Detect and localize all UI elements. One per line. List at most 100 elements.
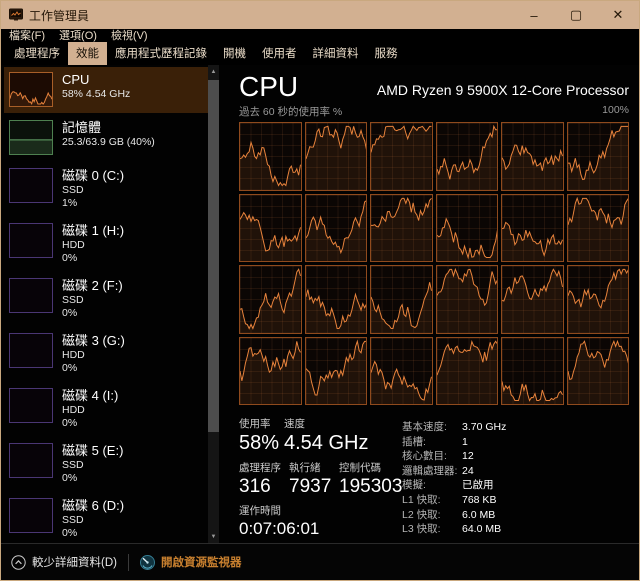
sidebar-item-detail: 0%: [62, 252, 124, 265]
cpu-stats: 使用率 58% 速度 4.54 GHz 處理程序 316: [239, 418, 629, 543]
sidebar-item-detail: SSD: [62, 514, 124, 527]
detail-row: 核心數目:12: [402, 449, 506, 464]
sidebar-item-detail: 0%: [62, 472, 123, 485]
scroll-down-icon[interactable]: ▼: [208, 530, 219, 543]
detail-value: 已啟用: [462, 478, 494, 493]
tab-app-history[interactable]: 應用程式歷程記錄: [107, 42, 215, 65]
scrollbar-thumb[interactable]: [208, 80, 219, 432]
resource-monitor-icon: [140, 555, 155, 570]
disk-4-thumbnail-graph: [9, 388, 53, 423]
handles-label: 控制代碼: [339, 462, 402, 475]
graph-caption-right: 100%: [602, 104, 629, 119]
sidebar-item-detail: 0%: [62, 527, 124, 540]
sidebar-item-detail: HDD: [62, 349, 125, 362]
cpu-core-graph-23: [567, 337, 630, 406]
cpu-core-graph-3: [436, 122, 499, 191]
main-area: CPU58% 4.54 GHz記憶體25.3/63.9 GB (40%)磁碟 0…: [1, 65, 639, 543]
menu-file[interactable]: 檔案(F): [9, 29, 45, 43]
sidebar-item-title: 磁碟 1 (H:): [62, 223, 124, 239]
utilization-value: 58%: [239, 431, 284, 455]
cpu-core-graph-19: [305, 337, 368, 406]
detail-label: 插槽:: [402, 435, 462, 450]
menu-options[interactable]: 選項(O): [59, 29, 97, 43]
page-title: CPU: [239, 71, 298, 103]
detail-label: 模擬:: [402, 478, 462, 493]
detail-value: 1: [462, 435, 468, 450]
tab-users[interactable]: 使用者: [254, 42, 305, 65]
memory-thumbnail-graph: [9, 120, 53, 155]
menu-view[interactable]: 檢視(V): [111, 29, 148, 43]
detail-value: 64.0 MB: [462, 522, 501, 537]
disk-0-thumbnail-graph: [9, 168, 53, 203]
sidebar-item-detail: 1%: [62, 197, 124, 210]
sidebar-item-disk-5[interactable]: 磁碟 5 (E:)SSD0%: [4, 438, 208, 491]
open-resource-monitor-link[interactable]: 開啟資源監視器: [140, 554, 242, 570]
disk-1-thumbnail-graph: [9, 223, 53, 258]
uptime-label: 運作時間: [239, 505, 402, 518]
cpu-core-graph-2: [370, 122, 433, 191]
processor-name: AMD Ryzen 9 5900X 12-Core Processor: [377, 82, 629, 103]
sidebar-item-title: 磁碟 0 (C:): [62, 168, 124, 184]
cpu-core-graph-20: [370, 337, 433, 406]
detail-row: L2 快取:6.0 MB: [402, 508, 506, 523]
tab-details[interactable]: 詳細資料: [305, 42, 367, 65]
cpu-core-graph-5: [567, 122, 630, 191]
cpu-core-graph-0: [239, 122, 302, 191]
tab-services[interactable]: 服務: [367, 42, 406, 65]
tab-processes[interactable]: 處理程序: [6, 42, 68, 65]
sidebar-item-disk-4[interactable]: 磁碟 4 (I:)HDD0%: [4, 383, 208, 436]
processes-value: 316: [239, 475, 289, 498]
cpu-core-graph-22: [501, 337, 564, 406]
processes-label: 處理程序: [239, 462, 289, 475]
detail-label: 基本速度:: [402, 420, 462, 435]
graph-caption-left: 過去 60 秒的使用率 %: [239, 104, 342, 119]
maximize-button[interactable]: ▢: [555, 1, 597, 29]
detail-row: L3 快取:64.0 MB: [402, 522, 506, 537]
tab-startup[interactable]: 開機: [215, 42, 254, 65]
sidebar-scrollbar[interactable]: ▲ ▼: [208, 65, 219, 543]
sidebar-item-memory[interactable]: 記憶體25.3/63.9 GB (40%): [4, 115, 208, 161]
tab-performance[interactable]: 效能: [68, 42, 107, 65]
detail-label: 核心數目:: [402, 449, 462, 464]
cpu-core-graph-14: [370, 265, 433, 334]
scroll-up-icon[interactable]: ▲: [208, 65, 219, 78]
performance-sidebar: CPU58% 4.54 GHz記憶體25.3/63.9 GB (40%)磁碟 0…: [1, 65, 223, 543]
sidebar-item-title: 磁碟 2 (F:): [62, 278, 123, 294]
handles-value: 195303: [339, 475, 402, 498]
sidebar-item-detail: 25.3/63.9 GB (40%): [62, 136, 155, 149]
sidebar-item-cpu[interactable]: CPU58% 4.54 GHz: [4, 67, 208, 113]
detail-value: 768 KB: [462, 493, 496, 508]
logical-processors-grid: [239, 122, 629, 405]
cpu-core-graph-10: [501, 194, 564, 263]
sidebar-item-disk-6[interactable]: 磁碟 6 (D:)SSD0%: [4, 493, 208, 543]
sidebar-item-disk-0[interactable]: 磁碟 0 (C:)SSD1%: [4, 163, 208, 216]
sidebar-item-detail: SSD: [62, 459, 123, 472]
footer-divider: [128, 554, 129, 571]
footer-bar: 較少詳細資料(D) 開啟資源監視器: [1, 543, 639, 580]
threads-label: 執行緒: [289, 462, 339, 475]
minimize-button[interactable]: –: [513, 1, 555, 29]
cpu-core-graph-9: [436, 194, 499, 263]
cpu-core-graph-21: [436, 337, 499, 406]
sidebar-item-disk-3[interactable]: 磁碟 3 (G:)HDD0%: [4, 328, 208, 381]
cpu-panel: CPU AMD Ryzen 9 5900X 12-Core Processor …: [223, 65, 639, 543]
uptime-value: 0:07:06:01: [239, 518, 402, 539]
cpu-core-graph-8: [370, 194, 433, 263]
cpu-core-graph-4: [501, 122, 564, 191]
cpu-core-graph-6: [239, 194, 302, 263]
close-button[interactable]: ✕: [597, 1, 639, 29]
cpu-core-graph-1: [305, 122, 368, 191]
sidebar-item-title: 記憶體: [62, 120, 155, 136]
cpu-core-graph-11: [567, 194, 630, 263]
window-title: 工作管理員: [29, 7, 89, 24]
detail-value: 12: [462, 449, 474, 464]
sidebar-item-title: CPU: [62, 72, 130, 88]
task-manager-window: 工作管理員 – ▢ ✕ 檔案(F)選項(O)檢視(V) 處理程序效能應用程式歷程…: [0, 0, 640, 581]
sidebar-item-disk-1[interactable]: 磁碟 1 (H:)HDD0%: [4, 218, 208, 271]
fewer-details-button[interactable]: 較少詳細資料(D): [11, 554, 117, 570]
sidebar-item-detail: SSD: [62, 294, 123, 307]
sidebar-item-detail: 0%: [62, 417, 118, 430]
sidebar-item-title: 磁碟 3 (G:): [62, 333, 125, 349]
sidebar-item-disk-2[interactable]: 磁碟 2 (F:)SSD0%: [4, 273, 208, 326]
cpu-details: 基本速度:3.70 GHz插槽:1核心數目:12邏輯處理器:24模擬:已啟用L1…: [402, 420, 506, 537]
